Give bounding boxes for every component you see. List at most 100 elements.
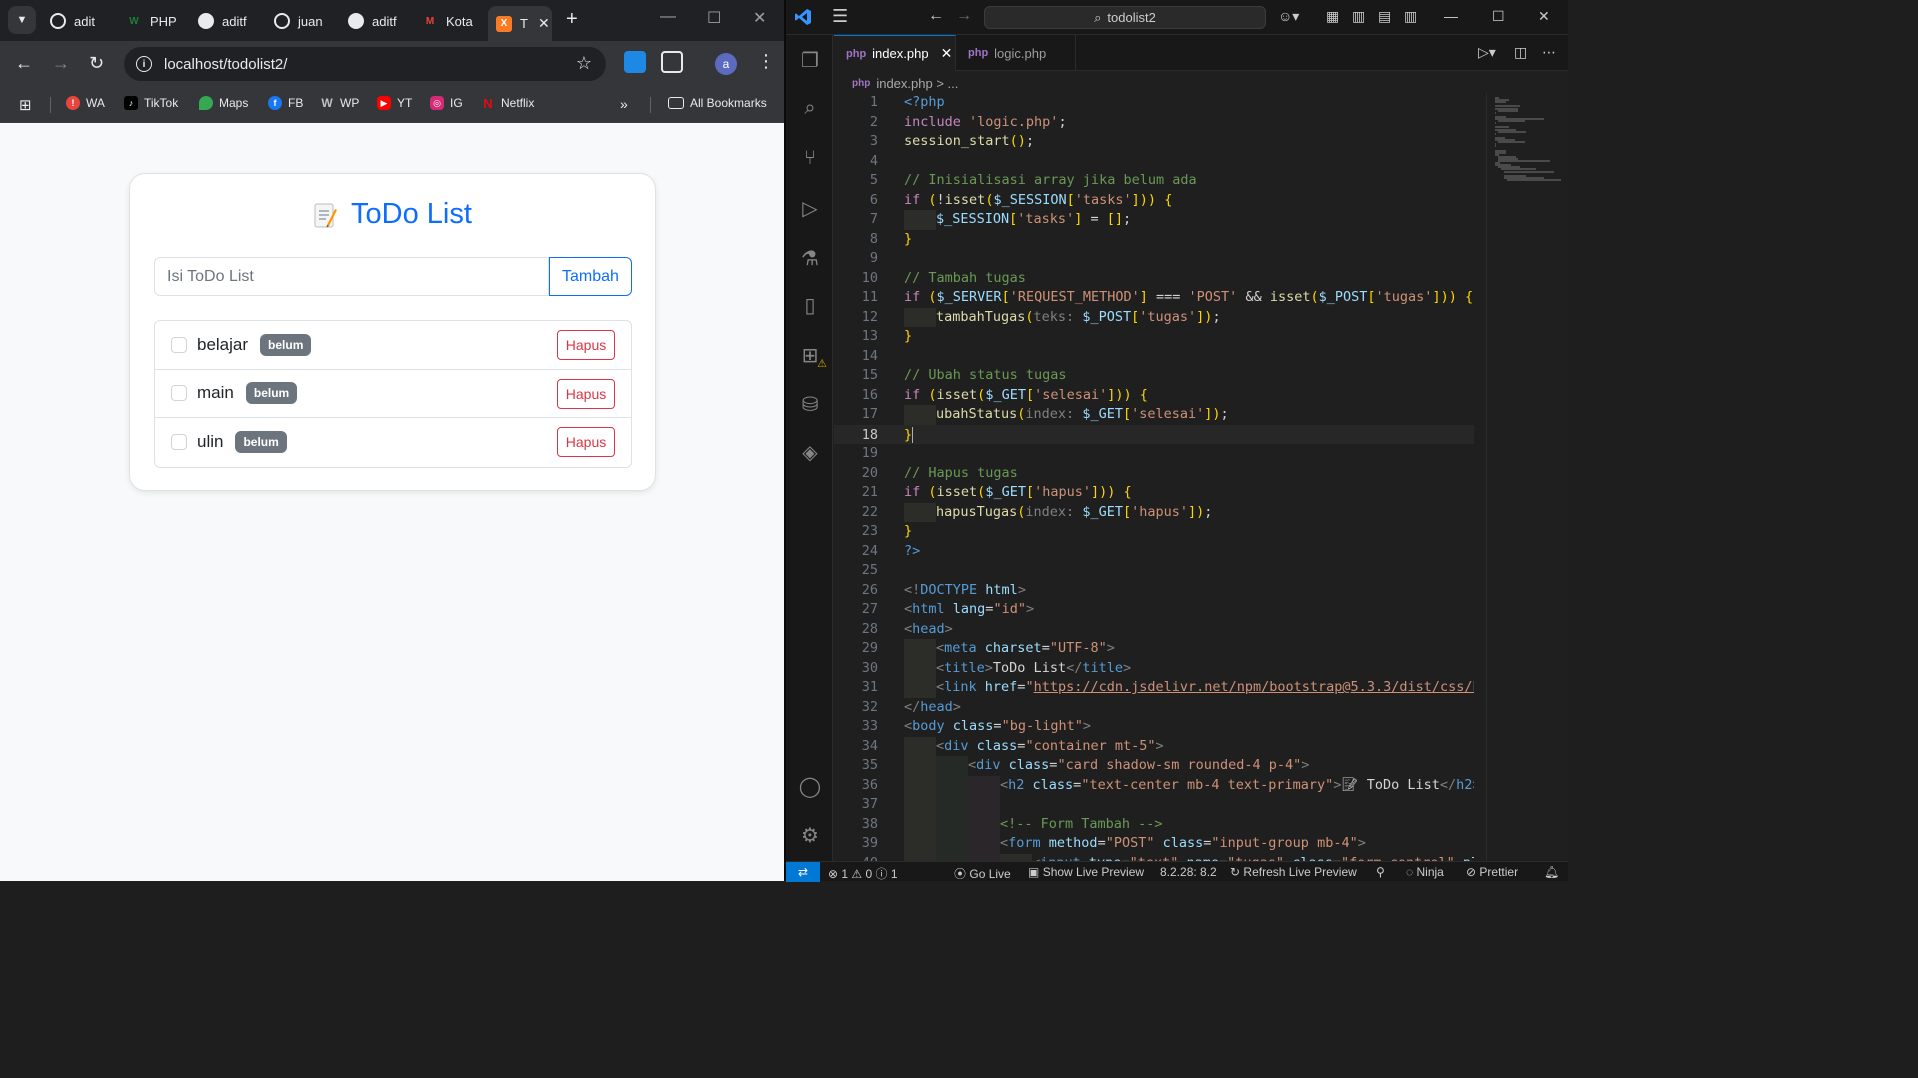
more-actions-icon[interactable]: ⋯ — [1542, 44, 1556, 61]
task-checkbox[interactable] — [171, 434, 187, 451]
editor-tab-index[interactable]: php index.php ✕ — [834, 35, 956, 71]
code-line[interactable]: 28 <head> — [834, 620, 1474, 640]
show-live-preview-button[interactable]: ▣ Show Live Preview — [1028, 865, 1144, 879]
code-line[interactable]: 32 </head> — [834, 698, 1474, 718]
tab-search-button[interactable]: ▼ — [8, 6, 36, 34]
browser-tab-1[interactable]: adit — [42, 6, 95, 36]
extensions-puzzle-icon[interactable] — [661, 51, 683, 73]
search-icon[interactable]: ⌕ — [797, 95, 823, 121]
add-task-button[interactable]: Tambah — [549, 257, 632, 296]
command-center[interactable]: ⌕ todolist2 — [984, 6, 1266, 29]
problems-indicator[interactable]: ⊗ 1 ⚠ 0 ⓘ 1 — [828, 865, 898, 882]
layout-customize-icon[interactable]: ▦ — [1326, 8, 1339, 25]
bookmark-netflix[interactable]: N Netflix — [481, 96, 534, 111]
source-control-icon[interactable]: ⑂ — [797, 145, 823, 171]
code-line[interactable]: 30 <title>ToDo List</title> — [834, 658, 1474, 678]
code-line[interactable]: 21 if (isset($_GET['hapus'])) { — [834, 483, 1474, 503]
code-line[interactable]: 8} — [834, 230, 1474, 250]
php-version-indicator[interactable]: 8.2.28: 8.2 — [1160, 865, 1217, 879]
code-line[interactable]: 35 <div class="card shadow-sm rounded-4 p… — [834, 756, 1474, 776]
code-line[interactable]: 31 <link href="https://cdn.jsdelivr.net/n… — [834, 678, 1474, 698]
close-window-icon[interactable]: ✕ — [753, 8, 766, 28]
task-input[interactable] — [154, 257, 549, 296]
more-bookmarks-icon[interactable]: » — [620, 96, 628, 112]
chrome-menu-icon[interactable]: ⋮ — [757, 51, 775, 72]
code-line[interactable]: 2 include 'logic.php'; — [834, 113, 1474, 133]
code-line[interactable]: 24 ?> — [834, 542, 1474, 562]
copilot-icon[interactable]: ☺▾ — [1278, 8, 1299, 25]
apps-grid-icon[interactable]: ⊞ — [19, 96, 32, 114]
profile-avatar[interactable]: a — [715, 53, 737, 75]
code-line[interactable]: 39 <form method="POST" class="input-group… — [834, 834, 1474, 854]
back-icon[interactable]: ← — [15, 53, 33, 74]
code-line[interactable]: 5 // Inisialisasi array jika belum ada — [834, 171, 1474, 191]
all-bookmarks[interactable]: All Bookmarks — [668, 96, 767, 110]
minimize-icon[interactable]: — — [1444, 8, 1458, 24]
code-line[interactable]: 29 <meta charset="UTF-8"> — [834, 639, 1474, 659]
code-line[interactable]: 37 — [834, 795, 1474, 815]
run-code-icon[interactable]: ▷▾ — [1478, 44, 1496, 61]
code-line[interactable]: 36 <h2 class="text-center mb-4 text-prima… — [834, 775, 1474, 795]
code-line[interactable]: 3 session_start(); — [834, 132, 1474, 152]
task-checkbox[interactable] — [171, 385, 187, 402]
browser-tab-4[interactable]: juan — [266, 6, 323, 36]
code-line[interactable]: 18} — [834, 424, 1474, 444]
task-checkbox[interactable] — [171, 336, 187, 353]
code-line[interactable]: 11 if ($_SERVER['REQUEST_METHOD'] === 'PO… — [834, 288, 1474, 308]
go-live-button[interactable]: ⦿ Go Live — [954, 865, 1011, 882]
breadcrumb[interactable]: php index.php > ... — [834, 72, 1474, 94]
code-line[interactable]: 20 // Hapus tugas — [834, 464, 1474, 484]
bookmark-ig[interactable]: ◎ IG — [430, 96, 463, 110]
bookmark-tiktok[interactable]: ♪ TikTok — [124, 96, 178, 110]
code-line[interactable]: 34 <div class="container mt-5"> — [834, 736, 1474, 756]
hamburger-menu-icon[interactable]: ☰ — [832, 6, 848, 27]
site-info-icon[interactable]: i — [136, 56, 152, 72]
code-line[interactable]: 1 <?php — [834, 93, 1474, 113]
browser-tab-6[interactable]: M Kota — [414, 6, 473, 36]
database-icon[interactable]: ⛁ — [797, 391, 823, 417]
toggle-secondary-sidebar-icon[interactable]: ▥ — [1404, 8, 1417, 25]
bookmark-maps[interactable]: Maps — [199, 96, 248, 110]
toggle-sidebar-icon[interactable]: ▥ — [1352, 8, 1365, 25]
remote-indicator[interactable]: ⇄ — [786, 862, 820, 882]
browser-tab-2[interactable]: W PHP — [118, 6, 176, 36]
delete-task-button[interactable]: Hapus — [557, 330, 615, 360]
code-line[interactable]: 26 <!DOCTYPE html> — [834, 581, 1474, 601]
code-line[interactable]: 22 hapusTugas(index: $_GET['hapus']); — [834, 502, 1474, 522]
code-line[interactable]: 25 — [834, 561, 1474, 581]
tools-icon[interactable]: ⚲ — [1376, 865, 1385, 879]
testing-icon[interactable]: ⚗ — [797, 245, 823, 271]
refresh-live-preview-button[interactable]: ↻ Refresh Live Preview — [1230, 865, 1357, 879]
extension-translate-icon[interactable] — [624, 51, 646, 73]
extensions-icon[interactable]: ⊞ ⚠ — [797, 342, 827, 371]
toggle-panel-icon[interactable]: ▤ — [1378, 8, 1391, 25]
delete-task-button[interactable]: Hapus — [557, 427, 615, 457]
code-line[interactable]: 6 if (!isset($_SESSION['tasks'])) { — [834, 191, 1474, 211]
explorer-icon[interactable]: ❐ — [797, 47, 823, 73]
run-debug-icon[interactable]: ▷ — [797, 195, 823, 221]
browser-tab-active[interactable]: X T ✕ — [488, 6, 552, 41]
forward-icon[interactable]: → — [956, 7, 972, 25]
maximize-icon[interactable]: ☐ — [1492, 8, 1505, 25]
new-tab-button[interactable]: + — [566, 8, 578, 31]
account-icon[interactable]: ◯ — [797, 773, 823, 799]
code-line[interactable]: 13} — [834, 327, 1474, 347]
browser-tab-3[interactable]: aditf — [190, 6, 247, 36]
notifications-bell-icon[interactable]: 🔔︎ — [1544, 865, 1559, 879]
forward-icon[interactable]: → — [52, 53, 70, 74]
reload-icon[interactable]: ↻ — [89, 53, 104, 74]
code-editor[interactable]: 1 <?php 2 include 'logic.php'; 3 session_star… — [834, 93, 1474, 861]
code-line[interactable]: 14 — [834, 347, 1474, 367]
code-line[interactable]: 10 // Tambah tugas — [834, 269, 1474, 289]
code-line[interactable]: 15 // Ubah status tugas — [834, 366, 1474, 386]
code-line[interactable]: 23} — [834, 522, 1474, 542]
bookmark-wa[interactable]: ! WA — [66, 96, 105, 110]
address-bar[interactable]: i localhost/todolist2/ ☆ — [124, 47, 606, 81]
device-icon[interactable]: ▯ — [797, 292, 823, 318]
settings-gear-icon[interactable]: ⚙ — [797, 822, 823, 848]
close-tab-icon[interactable]: ✕ — [941, 45, 953, 62]
close-window-icon[interactable]: ✕ — [1538, 8, 1550, 25]
code-line[interactable]: 19 — [834, 444, 1474, 464]
bookmark-wp[interactable]: W WP — [320, 96, 359, 110]
minimize-icon[interactable]: — — [660, 8, 676, 26]
